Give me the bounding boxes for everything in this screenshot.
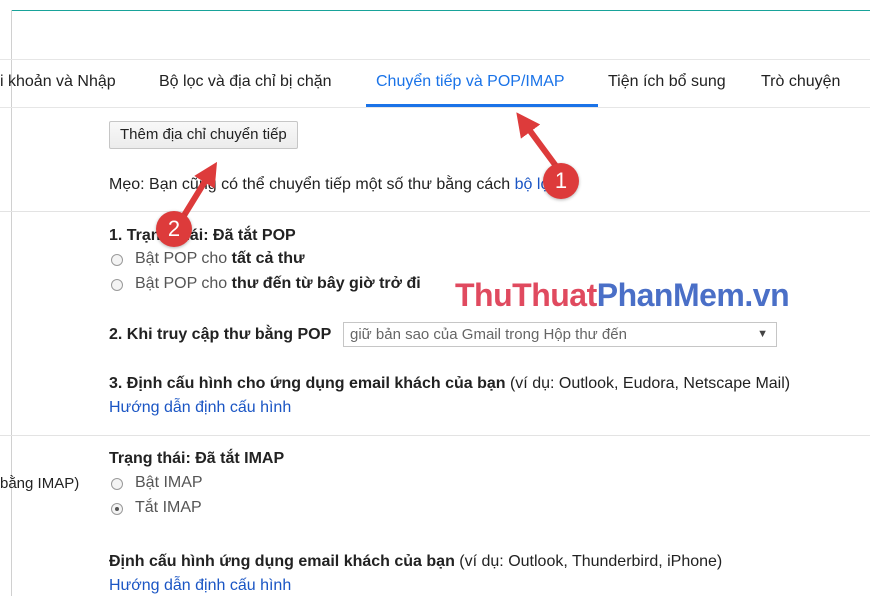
pop-configure-example: (ví dụ: Outlook, Eudora, Netscape Mail) bbox=[505, 375, 791, 392]
watermark-part1: ThuThuat bbox=[455, 277, 597, 313]
pop-all-mail-radio[interactable] bbox=[111, 254, 123, 266]
pop-all-mail-bold: tất cả thư bbox=[231, 250, 305, 267]
pop-access-select[interactable]: giữ bản sao của Gmail trong Hộp thư đến … bbox=[343, 322, 777, 347]
pop-new-mail-bold: thư đến từ bây giờ trở đi bbox=[231, 275, 421, 292]
imap-configure-label: Định cấu hình ứng dụng email khách của b… bbox=[109, 553, 455, 570]
pop-new-mail-radio[interactable] bbox=[111, 279, 123, 291]
imap-configuration-instructions-link[interactable]: Hướng dẫn định cấu hình bbox=[109, 577, 291, 595]
imap-disable-radio[interactable] bbox=[111, 503, 123, 515]
tab-accounts-import[interactable]: i khoản và Nhập bbox=[0, 73, 116, 91]
forwarding-tip-text: Mẹo: Bạn cũng có thể chuyển tiếp một số … bbox=[109, 176, 511, 193]
add-forwarding-address-button[interactable]: Thêm địa chỉ chuyển tiếp bbox=[109, 121, 298, 149]
imap-disable-option[interactable]: Tắt IMAP bbox=[135, 499, 202, 517]
tab-chat[interactable]: Trò chuyện bbox=[761, 73, 840, 91]
tab-filters-blocked[interactable]: Bộ lọc và địa chỉ bị chặn bbox=[159, 73, 332, 91]
pop-new-mail-option[interactable]: Bật POP cho thư đến từ bây giờ trở đi bbox=[135, 275, 421, 293]
pop-status-label: 1. Trạng thái: Đã tắt POP bbox=[109, 227, 296, 244]
pop-configuration-instructions-link[interactable]: Hướng dẫn định cấu hình bbox=[109, 399, 291, 417]
imap-configure-heading: Định cấu hình ứng dụng email khách của b… bbox=[109, 553, 722, 571]
pop-configure-heading: 3. Định cấu hình cho ứng dụng email khác… bbox=[109, 375, 790, 393]
imap-enable-radio[interactable] bbox=[111, 478, 123, 490]
annotation-badge-2: 2 bbox=[156, 211, 192, 247]
annotation-badge-1: 1 bbox=[543, 163, 579, 199]
pop-configure-label: 3. Định cấu hình cho ứng dụng email khác… bbox=[109, 375, 506, 392]
watermark: ThuThuatPhanMem.vn bbox=[455, 277, 790, 314]
pop-new-mail-prefix: Bật POP cho bbox=[135, 275, 232, 292]
imap-configure-example: (ví dụ: Outlook, Thunderbird, iPhone) bbox=[454, 553, 723, 570]
watermark-part2: PhanMem.vn bbox=[596, 277, 790, 313]
pop-access-select-value: giữ bản sao của Gmail trong Hộp thư đến bbox=[350, 326, 627, 343]
window-left-border bbox=[11, 10, 12, 596]
imap-status-label: Trạng thái: Đã tắt IMAP bbox=[109, 450, 285, 467]
pop-access-label: 2. Khi truy cập thư bằng POP bbox=[109, 326, 332, 343]
annotation-arrow-1 bbox=[516, 112, 559, 169]
tab-addons[interactable]: Tiện ích bổ sung bbox=[608, 73, 726, 91]
pop-all-mail-option[interactable]: Bật POP cho tất cả thư bbox=[135, 250, 305, 268]
section-divider-pop bbox=[0, 211, 870, 212]
window-top-border bbox=[11, 10, 870, 11]
tabs-bottom-divider bbox=[0, 107, 870, 108]
imap-enable-option[interactable]: Bật IMAP bbox=[135, 474, 203, 492]
imap-side-label: bằng IMAP) bbox=[0, 475, 80, 492]
pop-all-mail-prefix: Bật POP cho bbox=[135, 250, 232, 267]
section-divider-imap bbox=[0, 435, 870, 436]
tab-forwarding-pop-imap[interactable]: Chuyển tiếp và POP/IMAP bbox=[376, 73, 565, 91]
forwarding-tip: Mẹo: Bạn cũng có thể chuyển tiếp một số … bbox=[109, 176, 562, 194]
tabs-top-divider bbox=[0, 59, 870, 60]
dropdown-caret-icon: ▼ bbox=[757, 328, 768, 340]
